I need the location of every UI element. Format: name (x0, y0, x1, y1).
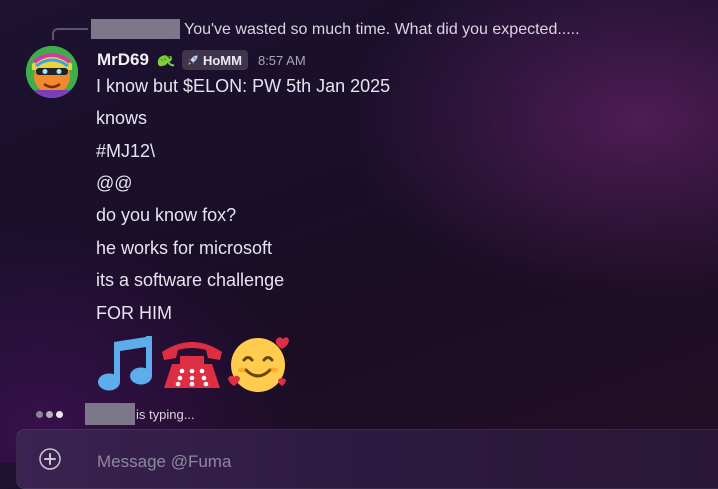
telephone-icon[interactable] (160, 334, 224, 394)
typing-dot (46, 410, 53, 418)
lizard-icon (155, 50, 175, 70)
rocket-icon (187, 55, 198, 65)
reply-preview-text[interactable]: You've wasted so much time. What did you… (184, 20, 580, 40)
role-tag[interactable]: HoMM (181, 50, 248, 70)
username[interactable]: MrD69 (97, 50, 149, 70)
emoji-row (94, 333, 292, 395)
message-line: knows (96, 108, 148, 128)
add-attachment-icon[interactable] (39, 448, 61, 470)
message-line: FOR HIM (96, 303, 172, 323)
message-line: he works for microsoft (96, 238, 273, 258)
message-line: I know but $ELON: PW 5th Jan 2025 (96, 76, 391, 96)
redacted-reply-author[interactable] (91, 19, 180, 39)
musical-notes-icon[interactable] (94, 334, 158, 394)
message-composer (16, 429, 718, 489)
typing-dot (56, 410, 63, 418)
reply-spine (52, 28, 88, 40)
message-line: @@ (96, 173, 133, 193)
message-header: MrD69 HoMM 8:57 AM (97, 49, 306, 71)
timestamp[interactable]: 8:57 AM (258, 53, 306, 68)
redacted-typing-user (85, 403, 135, 425)
avatar[interactable] (26, 46, 78, 98)
smiling-face-with-hearts-icon[interactable] (226, 334, 290, 394)
typing-dot (36, 410, 43, 418)
role-tag-label: HoMM (202, 52, 242, 68)
avatar-image (26, 46, 78, 98)
message-line: its a software challenge (96, 270, 285, 290)
typing-text: is typing... (136, 406, 195, 422)
message-line: #MJ12\ (96, 141, 156, 161)
typing-indicator: is typing... (36, 403, 195, 425)
message-input[interactable] (97, 452, 617, 472)
message-line: do you know fox? (96, 205, 237, 225)
